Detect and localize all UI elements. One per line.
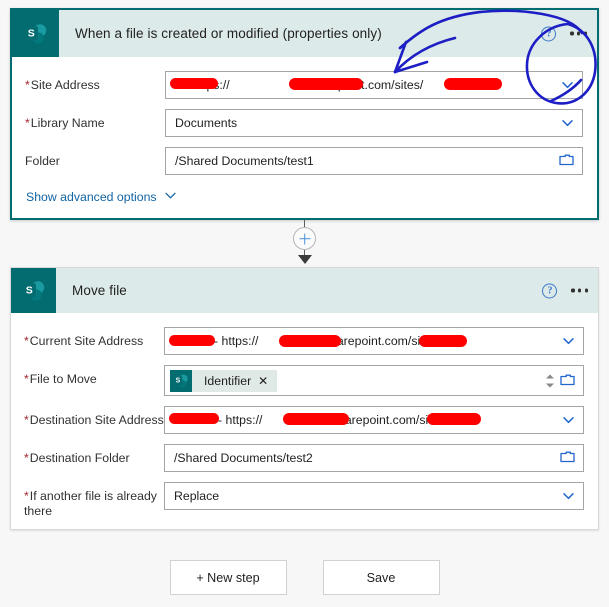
chevron-down-icon[interactable] [561, 79, 574, 92]
redaction-mark [289, 78, 363, 90]
field-row-destination-site-address: *Destination Site Address - https://.sha… [24, 406, 584, 434]
field-row-current-site-address: *Current Site Address - https://.sharepo… [24, 327, 584, 355]
field-row-folder: Folder /Shared Documents/test1 [25, 147, 583, 175]
redaction-mark [444, 78, 502, 90]
step-connector [0, 220, 609, 264]
required-asterisk: * [24, 413, 29, 427]
trigger-card-header[interactable]: S When a file is created or modified (pr… [12, 10, 597, 57]
label-folder: Folder [25, 154, 60, 168]
label-site-address: *Site Address [25, 78, 100, 92]
new-step-button[interactable]: + New step [169, 560, 287, 595]
flow-canvas: S When a file is created or modified (pr… [0, 0, 609, 607]
svg-text:S: S [176, 377, 181, 384]
show-advanced-options-label: Show advanced options [26, 190, 157, 204]
folder-value: /Shared Documents/test1 [175, 154, 314, 168]
label-destination-site-address: *Destination Site Address [24, 413, 164, 427]
conflict-behavior-value: Replace [174, 489, 220, 503]
action-card[interactable]: S Move file ? *Current Site Address - ht… [10, 267, 599, 530]
redaction-mark [169, 413, 219, 424]
sharepoint-icon: S [170, 369, 192, 392]
action-card-body: *Current Site Address - https://.sharepo… [11, 313, 598, 533]
field-row-destination-folder: *Destination Folder /Shared Documents/te… [24, 444, 584, 472]
field-row-library-name: *Library Name Documents [25, 109, 583, 137]
chevron-down-icon[interactable] [562, 414, 575, 427]
token-label: Identifier [204, 373, 252, 388]
label-conflict-behavior: *If another file is already there [24, 489, 157, 518]
required-asterisk: * [25, 116, 30, 130]
folder-picker-icon[interactable] [560, 450, 575, 466]
redaction-mark [419, 335, 467, 347]
destination-folder-input[interactable]: /Shared Documents/test2 [164, 444, 584, 472]
action-card-title: Move file [72, 283, 127, 298]
help-circle-icon[interactable]: ? [542, 283, 558, 298]
field-row-conflict-behavior: *If another file is already there Replac… [24, 482, 584, 519]
trigger-card[interactable]: S When a file is created or modified (pr… [10, 8, 599, 220]
redaction-mark [283, 413, 349, 425]
label-destination-folder: *Destination Folder [24, 451, 130, 465]
required-asterisk: * [24, 451, 29, 465]
redaction-mark [279, 335, 341, 347]
help-circle-icon[interactable]: ? [541, 26, 557, 41]
label-file-to-move: *File to Move [24, 372, 97, 386]
destination-site-address-input[interactable]: - https://.sharepoint.com/sites/ [164, 406, 584, 434]
library-name-value: Documents [175, 116, 238, 130]
chevron-down-icon[interactable] [562, 490, 575, 503]
svg-text:S: S [27, 27, 34, 39]
required-asterisk: * [24, 334, 29, 348]
required-asterisk: * [25, 78, 30, 92]
redaction-mark [169, 335, 215, 346]
footer-buttons: + New step Save [0, 560, 609, 595]
svg-text:S: S [25, 284, 32, 296]
chevron-down-icon [164, 189, 177, 205]
label-library-name: *Library Name [25, 116, 105, 130]
ellipsis-icon[interactable] [570, 31, 587, 36]
required-asterisk: * [24, 372, 29, 386]
spinner-stepper[interactable] [546, 374, 554, 387]
spinner-down-icon[interactable] [546, 383, 554, 387]
action-card-header[interactable]: S Move file ? [11, 268, 598, 313]
sharepoint-icon: S [12, 10, 59, 57]
file-to-move-input[interactable]: S Identifier ✕ [164, 365, 584, 396]
plus-circle-icon[interactable] [293, 227, 316, 250]
required-asterisk: * [24, 489, 29, 503]
current-site-address-input[interactable]: - https://.sharepoint.com/sites/ [164, 327, 584, 355]
library-name-input[interactable]: Documents [165, 109, 583, 137]
sharepoint-icon: S [11, 268, 56, 313]
close-x-icon[interactable]: ✕ [258, 375, 277, 387]
site-address-input[interactable]: 1 - https://.sharepoint.com/sites/ [165, 71, 583, 99]
spinner-up-icon[interactable] [546, 374, 554, 378]
trigger-card-body: *Site Address 1 - https://.sharepoint.co… [12, 57, 597, 219]
redaction-mark [170, 78, 218, 89]
save-button[interactable]: Save [322, 560, 440, 595]
folder-picker-icon[interactable] [560, 373, 575, 389]
conflict-behavior-select[interactable]: Replace [164, 482, 584, 510]
folder-input[interactable]: /Shared Documents/test1 [165, 147, 583, 175]
redaction-mark [427, 413, 481, 425]
field-row-site-address: *Site Address 1 - https://.sharepoint.co… [25, 71, 583, 99]
folder-picker-icon[interactable] [559, 153, 574, 169]
connector-line-top [304, 220, 305, 227]
chevron-down-icon[interactable] [562, 335, 575, 348]
field-row-file-to-move: *File to Move S Identifier ✕ [24, 365, 584, 396]
dynamic-content-token[interactable]: S Identifier ✕ [170, 369, 278, 392]
destination-folder-value: /Shared Documents/test2 [174, 451, 313, 465]
ellipsis-icon[interactable] [571, 288, 588, 293]
trigger-header-actions: ? [541, 26, 587, 41]
action-header-actions: ? [542, 283, 588, 298]
label-current-site-address: *Current Site Address [24, 334, 144, 348]
arrow-down-icon [297, 255, 312, 264]
trigger-card-title: When a file is created or modified (prop… [75, 26, 382, 41]
chevron-down-icon[interactable] [561, 117, 574, 130]
show-advanced-options-link[interactable]: Show advanced options [26, 189, 583, 205]
